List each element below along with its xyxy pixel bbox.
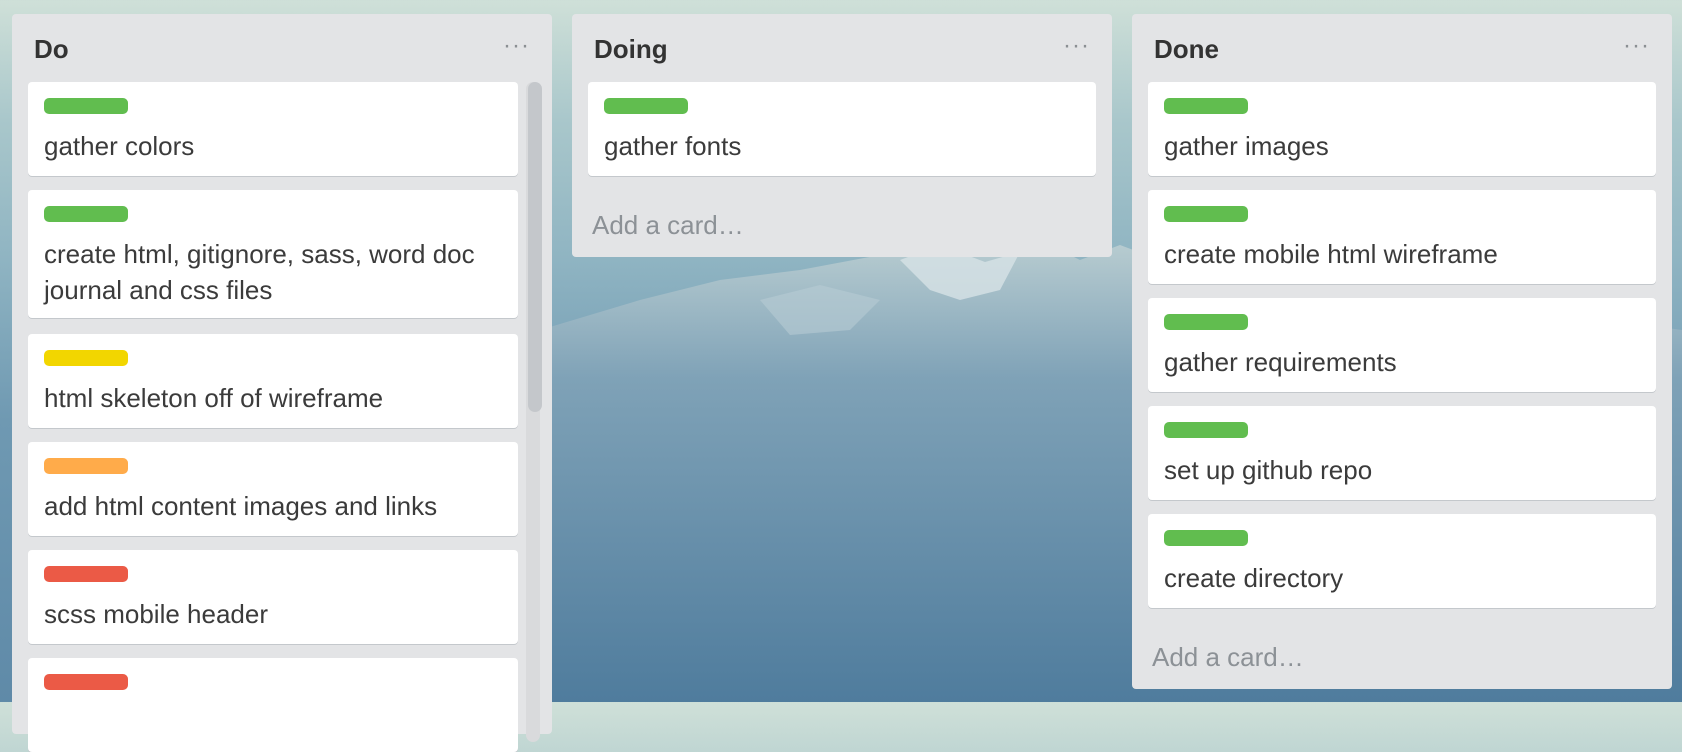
ellipsis-icon[interactable]: ···: [503, 34, 530, 58]
card-title: html skeleton off of wireframe: [44, 383, 384, 413]
list-doing: Doing ··· gather fonts Add a card…: [572, 14, 1112, 257]
label-red: [44, 674, 128, 690]
card[interactable]: add html content images and links: [28, 442, 518, 536]
list-title[interactable]: Do: [34, 34, 69, 65]
label-green: [44, 206, 128, 222]
ellipsis-icon[interactable]: ···: [1063, 34, 1090, 58]
card-title: gather requirements: [1164, 347, 1397, 377]
card-title: set up github repo: [1164, 455, 1373, 485]
scrollbar-thumb[interactable]: [528, 82, 542, 412]
card-title: gather colors: [44, 131, 195, 161]
card-title: create mobile html wireframe: [1164, 239, 1498, 269]
list-title[interactable]: Doing: [594, 34, 668, 65]
add-card-button[interactable]: Add a card…: [1152, 642, 1304, 673]
label-red: [44, 566, 128, 582]
card[interactable]: create html, gitignore, sass, word doc j…: [28, 190, 518, 318]
card-title: gather fonts: [604, 131, 742, 161]
card[interactable]: gather fonts: [588, 82, 1096, 176]
card[interactable]: set up github repo: [1148, 406, 1656, 500]
ellipsis-icon[interactable]: ···: [1623, 34, 1650, 58]
list-done: Done ··· gather images create mobile htm…: [1132, 14, 1672, 689]
label-yellow: [44, 350, 128, 366]
label-green: [1164, 530, 1248, 546]
card[interactable]: html skeleton off of wireframe: [28, 334, 518, 428]
card-title: create html, gitignore, sass, word doc j…: [44, 239, 475, 305]
card-title: scss mobile header: [44, 599, 268, 629]
card[interactable]: [28, 658, 518, 752]
card-title: create directory: [1164, 563, 1344, 593]
card[interactable]: gather requirements: [1148, 298, 1656, 392]
label-orange: [44, 458, 128, 474]
label-green: [44, 98, 128, 114]
list-do: Do ··· gather colors create html, gitign…: [12, 14, 552, 752]
card[interactable]: scss mobile header: [28, 550, 518, 644]
label-green: [1164, 314, 1248, 330]
card[interactable]: gather colors: [28, 82, 518, 176]
label-green: [604, 98, 688, 114]
card[interactable]: gather images: [1148, 82, 1656, 176]
list-title[interactable]: Done: [1154, 34, 1219, 65]
card-title: gather images: [1164, 131, 1329, 161]
add-card-button[interactable]: Add a card…: [592, 210, 744, 241]
card-title: add html content images and links: [44, 491, 438, 521]
card[interactable]: create mobile html wireframe: [1148, 190, 1656, 284]
label-green: [1164, 422, 1248, 438]
label-green: [1164, 98, 1248, 114]
label-green: [1164, 206, 1248, 222]
card[interactable]: create directory: [1148, 514, 1656, 608]
